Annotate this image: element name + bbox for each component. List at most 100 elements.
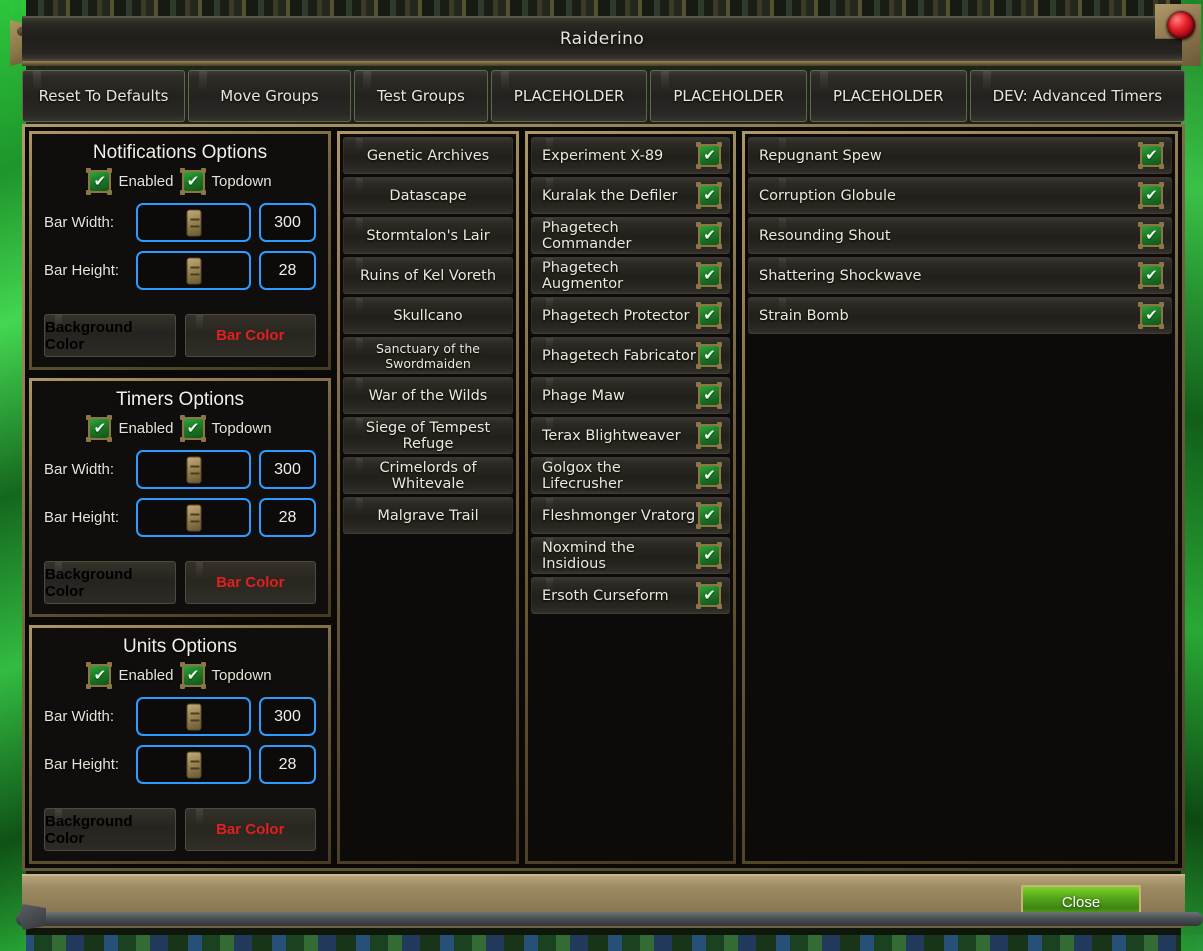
option-panel-0: Notifications Options ✔ Enabled ✔ Topdown Bar…: [29, 131, 331, 370]
boss-list-item-label: Fleshmonger Vratorg: [542, 507, 696, 524]
zones-list[interactable]: Genetic Archives Datascape Stormtalon's La…: [337, 131, 519, 864]
bar-height-slider[interactable]: [136, 498, 251, 537]
ability-list-item[interactable]: Strain Bomb ✔: [748, 297, 1172, 334]
tab-6[interactable]: DEV: Advanced Timers: [969, 70, 1186, 122]
option-panel-1: Timers Options ✔ Enabled ✔ Topdown Bar Width:…: [29, 378, 331, 617]
boss-list-item-checkbox[interactable]: ✔: [696, 382, 721, 409]
tab-2[interactable]: Test Groups: [354, 70, 488, 122]
ability-list-item-checkbox[interactable]: ✔: [1138, 302, 1163, 329]
boss-list-item-checkbox[interactable]: ✔: [696, 142, 721, 169]
bar-height-slider-handle[interactable]: [186, 257, 201, 284]
background-color-button[interactable]: Background Color: [44, 314, 176, 357]
tab-3[interactable]: PLACEHOLDER: [490, 70, 648, 122]
boss-list-item[interactable]: Terax Blightweaver ✔: [531, 417, 730, 454]
topdown-checkbox[interactable]: ✔: [179, 662, 205, 689]
bar-height-input[interactable]: 28: [259, 498, 316, 537]
zone-list-item[interactable]: Malgrave Trail: [343, 497, 513, 534]
boss-list-item[interactable]: Phagetech Fabricator ✔: [531, 337, 730, 374]
tab-0[interactable]: Reset To Defaults: [22, 70, 185, 122]
bar-height-input[interactable]: 28: [259, 745, 316, 784]
boss-list-item[interactable]: Golgox the Lifecrusher ✔: [531, 457, 730, 494]
enabled-label: Enabled: [118, 667, 174, 684]
boss-list-item-checkbox[interactable]: ✔: [696, 502, 721, 529]
zone-list-item[interactable]: Sanctuary of the Swordmaiden: [343, 337, 513, 374]
bar-color-button[interactable]: Bar Color: [184, 808, 316, 851]
bar-width-row: Bar Width: 300: [44, 203, 316, 242]
tab-4[interactable]: PLACEHOLDER: [650, 70, 807, 122]
boss-list-item-checkbox[interactable]: ✔: [696, 302, 721, 329]
ability-list-item[interactable]: Repugnant Spew ✔: [748, 137, 1172, 174]
zone-list-item[interactable]: Skullcano: [343, 297, 513, 334]
enabled-checkbox[interactable]: ✔: [86, 168, 112, 195]
bar-height-input[interactable]: 28: [259, 251, 316, 290]
background-color-button[interactable]: Background Color: [44, 561, 176, 604]
check-icon: ✔: [93, 666, 107, 684]
zone-list-item[interactable]: Crimelords of Whitevale: [343, 457, 513, 494]
check-icon: ✔: [703, 346, 716, 364]
boss-list-item[interactable]: Phage Maw ✔: [531, 377, 730, 414]
boss-list-item[interactable]: Noxmind the Insidious ✔: [531, 537, 730, 574]
zone-list-item[interactable]: Ruins of Kel Voreth: [343, 257, 513, 294]
boss-list-item-checkbox[interactable]: ✔: [696, 262, 721, 289]
bar-width-input[interactable]: 300: [259, 203, 316, 242]
boss-list-item-checkbox[interactable]: ✔: [696, 182, 721, 209]
bar-width-slider-handle[interactable]: [186, 456, 201, 483]
boss-list-item-checkbox[interactable]: ✔: [696, 582, 721, 609]
bar-width-slider-handle[interactable]: [186, 703, 201, 730]
bar-width-input[interactable]: 300: [259, 697, 316, 736]
abilities-list[interactable]: Repugnant Spew ✔ Corruption Globule ✔ Resoun…: [742, 131, 1178, 864]
bar-color-button[interactable]: Bar Color: [184, 561, 316, 604]
zone-list-item[interactable]: Datascape: [343, 177, 513, 214]
ability-list-item-checkbox[interactable]: ✔: [1138, 142, 1163, 169]
zone-list-item[interactable]: War of the Wilds: [343, 377, 513, 414]
zone-list-item[interactable]: Genetic Archives: [343, 137, 513, 174]
boss-list-item[interactable]: Ersoth Curseform ✔: [531, 577, 730, 614]
boss-list-item-checkbox[interactable]: ✔: [696, 462, 721, 489]
ability-list-item[interactable]: Corruption Globule ✔: [748, 177, 1172, 214]
boss-list-item[interactable]: Phagetech Protector ✔: [531, 297, 730, 334]
topdown-checkbox[interactable]: ✔: [179, 168, 205, 195]
ability-list-item[interactable]: Resounding Shout ✔: [748, 217, 1172, 254]
boss-list-item-checkbox[interactable]: ✔: [696, 342, 721, 369]
bar-color-button[interactable]: Bar Color: [184, 314, 316, 357]
ability-list-item-checkbox[interactable]: ✔: [1138, 182, 1163, 209]
ability-list-item[interactable]: Shattering Shockwave ✔: [748, 257, 1172, 294]
zone-list-item[interactable]: Siege of Tempest Refuge: [343, 417, 513, 454]
bar-width-slider[interactable]: [136, 697, 251, 736]
enabled-checkbox[interactable]: ✔: [86, 662, 112, 689]
check-icon: ✔: [703, 426, 716, 444]
ability-list-item-checkbox[interactable]: ✔: [1138, 222, 1163, 249]
boss-list-item-label: Phagetech Protector: [542, 307, 690, 324]
bar-height-slider[interactable]: [136, 251, 251, 290]
window-title-bar[interactable]: Raiderino: [22, 16, 1182, 61]
background-color-button[interactable]: Background Color: [44, 808, 176, 851]
boss-list-item-label: Ersoth Curseform: [542, 587, 669, 604]
ability-list-item-checkbox[interactable]: ✔: [1138, 262, 1163, 289]
enabled-checkbox[interactable]: ✔: [86, 415, 112, 442]
title-bar-rail: [22, 61, 1182, 66]
tab-1[interactable]: Move Groups: [188, 70, 351, 122]
gem-icon[interactable]: [1151, 4, 1201, 66]
boss-list-item[interactable]: Experiment X-89 ✔: [531, 137, 730, 174]
boss-list-item-checkbox[interactable]: ✔: [696, 422, 721, 449]
bar-width-slider[interactable]: [136, 203, 251, 242]
check-icon: ✔: [703, 386, 716, 404]
boss-list-item[interactable]: Fleshmonger Vratorg ✔: [531, 497, 730, 534]
bosses-list[interactable]: Experiment X-89 ✔ Kuralak the Defiler ✔ Phag…: [525, 131, 736, 864]
bar-width-input[interactable]: 300: [259, 450, 316, 489]
bar-width-slider[interactable]: [136, 450, 251, 489]
bar-width-slider-handle[interactable]: [186, 209, 201, 236]
boss-list-item[interactable]: Phagetech Augmentor ✔: [531, 257, 730, 294]
zone-list-item[interactable]: Stormtalon's Lair: [343, 217, 513, 254]
boss-list-item-checkbox[interactable]: ✔: [696, 222, 721, 249]
topdown-checkbox[interactable]: ✔: [179, 415, 205, 442]
bar-height-slider-handle[interactable]: [186, 504, 201, 531]
bar-height-slider-handle[interactable]: [186, 751, 201, 778]
boss-list-item[interactable]: Kuralak the Defiler ✔: [531, 177, 730, 214]
boss-list-item-checkbox[interactable]: ✔: [696, 542, 721, 569]
boss-list-item[interactable]: Phagetech Commander ✔: [531, 217, 730, 254]
enabled-label: Enabled: [118, 420, 174, 437]
check-icon: ✔: [703, 186, 716, 204]
bar-height-slider[interactable]: [136, 745, 251, 784]
tab-5[interactable]: PLACEHOLDER: [809, 70, 967, 122]
